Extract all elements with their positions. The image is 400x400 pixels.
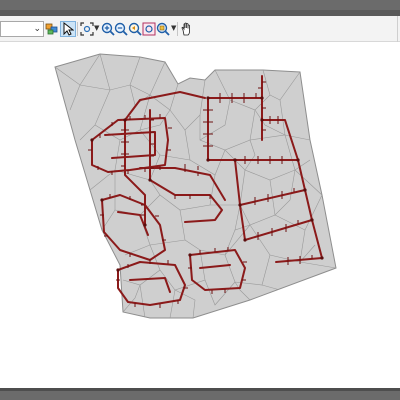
pan-button[interactable] — [179, 21, 195, 37]
window-bottom-edge — [0, 388, 400, 391]
pan-hand-icon — [181, 22, 190, 36]
pointer-select-icon — [63, 22, 74, 36]
zoom-selection-dropdown-icon[interactable]: ▼ — [171, 24, 176, 32]
zoom-extent-dropdown-icon[interactable]: ▼ — [94, 24, 99, 32]
map-canvas[interactable] — [0, 42, 400, 388]
zoom-extent-button[interactable] — [79, 21, 95, 37]
layer-combo[interactable]: ⌄ — [0, 21, 44, 37]
window-titlebar — [0, 0, 400, 16]
zoom-extent-icon — [80, 22, 94, 36]
select-tool-button[interactable] — [60, 21, 76, 37]
chevron-down-icon[interactable]: ⌄ — [33, 22, 41, 36]
zoom-layer-icon — [142, 22, 156, 36]
layers-button[interactable] — [44, 21, 60, 37]
parcel-area — [54, 53, 337, 319]
toolbar-separator — [77, 22, 78, 36]
zoom-selection-icon — [156, 22, 170, 36]
map-toolbar: ⌄ ▼ ▼ — [0, 16, 400, 42]
zoom-out-icon — [114, 22, 128, 36]
map-view[interactable] — [0, 42, 400, 388]
zoom-selection-button[interactable] — [155, 21, 171, 37]
toolbar-separator — [177, 22, 178, 36]
layers-icon — [45, 23, 58, 35]
zoom-previous-icon — [128, 22, 142, 36]
